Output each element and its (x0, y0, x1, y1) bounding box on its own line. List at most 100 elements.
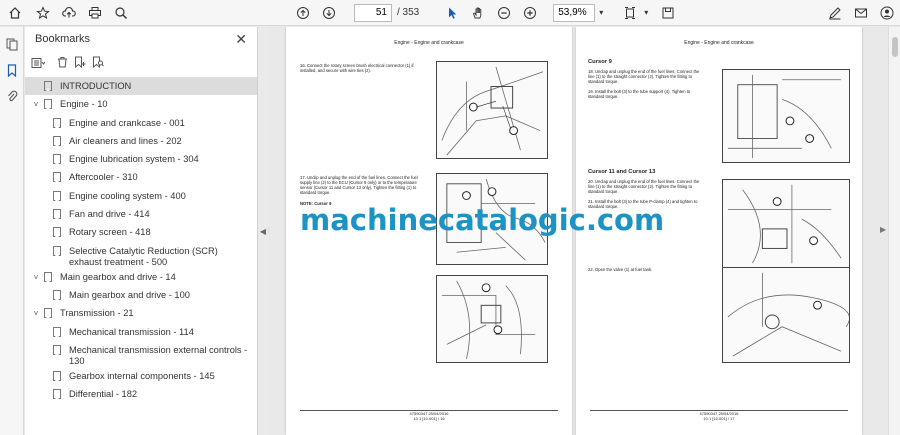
bookmark-item[interactable]: Rotary screen - 418 (25, 223, 257, 241)
bookmark-item[interactable]: Engine cooling system - 400 (25, 187, 257, 205)
bookmark-item[interactable]: Aftercooler - 310 (25, 168, 257, 186)
bookmarks-toolbar (25, 51, 257, 75)
zoom-out-icon[interactable] (493, 2, 515, 24)
bookmark-item[interactable]: Engine and crankcase - 001 (25, 114, 257, 132)
figure-cursor11-13-fuel-lines (722, 179, 850, 269)
bookmark-icon (53, 344, 61, 355)
bookmarks-header: Bookmarks ✕ (25, 27, 257, 51)
previous-page-icon[interactable] (292, 2, 314, 24)
bookmark-item[interactable]: Gearbox internal components - 145 (25, 367, 257, 385)
bookmark-item[interactable]: ˅ Main gearbox and drive - 14 (25, 268, 257, 286)
step-20-text: 20. Unclap and unplug the end of the fue… (588, 179, 700, 194)
bookmark-item[interactable]: Air cleaners and lines - 202 (25, 132, 257, 150)
search-icon[interactable] (110, 2, 132, 24)
bookmark-label: Engine lubrication system - 304 (69, 154, 199, 165)
section-cursor-11-13: Cursor 11 and Cursor 13 (588, 169, 656, 175)
figure-fuel-tank-valve (722, 267, 850, 363)
email-icon[interactable] (850, 2, 872, 24)
section-cursor-9: Cursor 9 (588, 59, 612, 65)
chevron-down-icon[interactable]: ˅ (31, 100, 41, 109)
bookmark-icon (53, 190, 61, 201)
bookmark-item[interactable]: Engine lubrication system - 304 (25, 150, 257, 168)
bookmark-label: Mechanical transmission external control… (69, 344, 248, 366)
panel-collapse-handle[interactable]: ◀ (258, 27, 268, 435)
select-cursor-icon[interactable] (441, 2, 463, 24)
bookmark-label: Fan and drive - 414 (69, 209, 150, 220)
page-header: Engine - Engine and crankcase (394, 40, 464, 46)
step-16-text: 16. Connect the rotary screen brush elec… (300, 63, 414, 73)
scroll-right-arrow[interactable]: ▶ (880, 225, 886, 234)
bookmark-icon (53, 154, 61, 165)
figure-cursor9-fuel-lines (722, 69, 850, 163)
page-total-label: / 353 (397, 7, 420, 18)
bookmark-list: INTRODUCTION ˅ Engine - 10 Engine and crank… (25, 75, 257, 403)
bookmark-label: Engine - 10 (60, 99, 108, 110)
bookmark-label: Engine cooling system - 400 (69, 190, 186, 201)
figure-rotary-screen-connector (436, 61, 548, 159)
bookmark-item[interactable]: ˅ Transmission - 21 (25, 304, 257, 322)
sign-pen-icon[interactable] (824, 2, 846, 24)
star-icon[interactable] (32, 2, 54, 24)
bookmark-icon (53, 135, 61, 146)
bookmark-item[interactable]: Main gearbox and drive - 100 (25, 286, 257, 304)
side-tool-rail (0, 27, 24, 435)
step-17-text: 17. Unclip and unplug the end of the fue… (300, 175, 418, 195)
bookmark-label: Aftercooler - 310 (69, 172, 138, 183)
bookmark-icon (44, 99, 52, 110)
next-page-icon[interactable] (318, 2, 340, 24)
fit-dropdown-chevron-icon[interactable]: ▾ (641, 2, 651, 24)
step-18-text: 18. Unclap and unplug the end of the fue… (588, 69, 700, 84)
bookmark-icon (53, 370, 61, 381)
fit-page-icon[interactable] (619, 2, 641, 24)
page-footer: 47590347 25/04/2016 10.1 [10.001] / 16 (286, 411, 572, 421)
bookmarks-panel: Bookmarks ✕ INTRODUCTION ˅ Engine - 10 Engi… (25, 27, 258, 435)
page-thumbnails-icon[interactable] (0, 31, 24, 57)
bookmark-item[interactable]: ˅ Engine - 10 (25, 95, 257, 113)
bookmark-label: Main gearbox and drive - 100 (69, 289, 190, 300)
print-icon[interactable] (84, 2, 106, 24)
zoom-in-icon[interactable] (519, 2, 541, 24)
attachments-icon[interactable] (0, 83, 24, 109)
zoom-dropdown-chevron-icon[interactable]: ▾ (595, 2, 607, 24)
footer-page-ref: 10.1 [10.001] / 16 (413, 416, 445, 421)
bookmark-label: Air cleaners and lines - 202 (69, 135, 182, 146)
bookmark-item[interactable]: INTRODUCTION (25, 77, 257, 96)
new-bookmark-icon[interactable] (74, 56, 86, 71)
bookmark-item[interactable]: Differential - 182 (25, 385, 257, 403)
vertical-scrollbar[interactable] (888, 27, 900, 435)
bookmark-icon (44, 81, 52, 91)
page-number-input[interactable]: 51 (354, 3, 392, 22)
home-icon[interactable] (4, 2, 26, 24)
find-bookmark-icon[interactable] (92, 56, 104, 71)
bookmark-icon (53, 209, 61, 220)
delete-bookmark-icon[interactable] (57, 56, 68, 71)
bookmark-item[interactable]: Mechanical transmission - 114 (25, 323, 257, 341)
bookmark-icon (53, 326, 61, 337)
bookmark-item[interactable]: Selective Catalytic Reduction (SCR) exha… (25, 242, 257, 268)
chevron-down-icon[interactable]: ˅ (31, 273, 41, 282)
zoom-level-field[interactable]: 53,9% (553, 3, 596, 22)
bookmark-label: Differential - 182 (69, 389, 138, 400)
bookmark-icon (53, 172, 61, 183)
bookmark-icon (44, 308, 52, 319)
save-download-icon[interactable] (657, 2, 679, 24)
cloud-upload-icon[interactable] (58, 2, 80, 24)
options-menu-icon[interactable] (31, 57, 45, 69)
bookmark-icon (53, 389, 61, 400)
chevron-down-icon[interactable]: ˅ (31, 309, 41, 318)
bookmark-icon (53, 227, 61, 238)
account-icon[interactable] (876, 2, 898, 24)
step-22-text: 22. Open the valve (1) at fuel tank. (588, 267, 653, 272)
bookmark-item[interactable]: Mechanical transmission external control… (25, 341, 257, 367)
scrollbar-thumb[interactable] (892, 37, 898, 57)
hand-tool-icon[interactable] (467, 2, 489, 24)
page-footer: 47590347 25/04/2016 10.1 [10.001] / 17 (576, 411, 862, 421)
bookmark-label: INTRODUCTION (60, 81, 132, 91)
bookmark-item[interactable]: Fan and drive - 414 (25, 205, 257, 223)
bookmark-icon (44, 271, 52, 282)
page-header: Engine - Engine and crankcase (684, 40, 754, 46)
bookmarks-icon[interactable] (0, 57, 24, 83)
bookmark-label: Engine and crankcase - 001 (69, 117, 185, 128)
bookmark-icon (53, 117, 61, 128)
close-icon[interactable]: ✕ (235, 31, 247, 48)
